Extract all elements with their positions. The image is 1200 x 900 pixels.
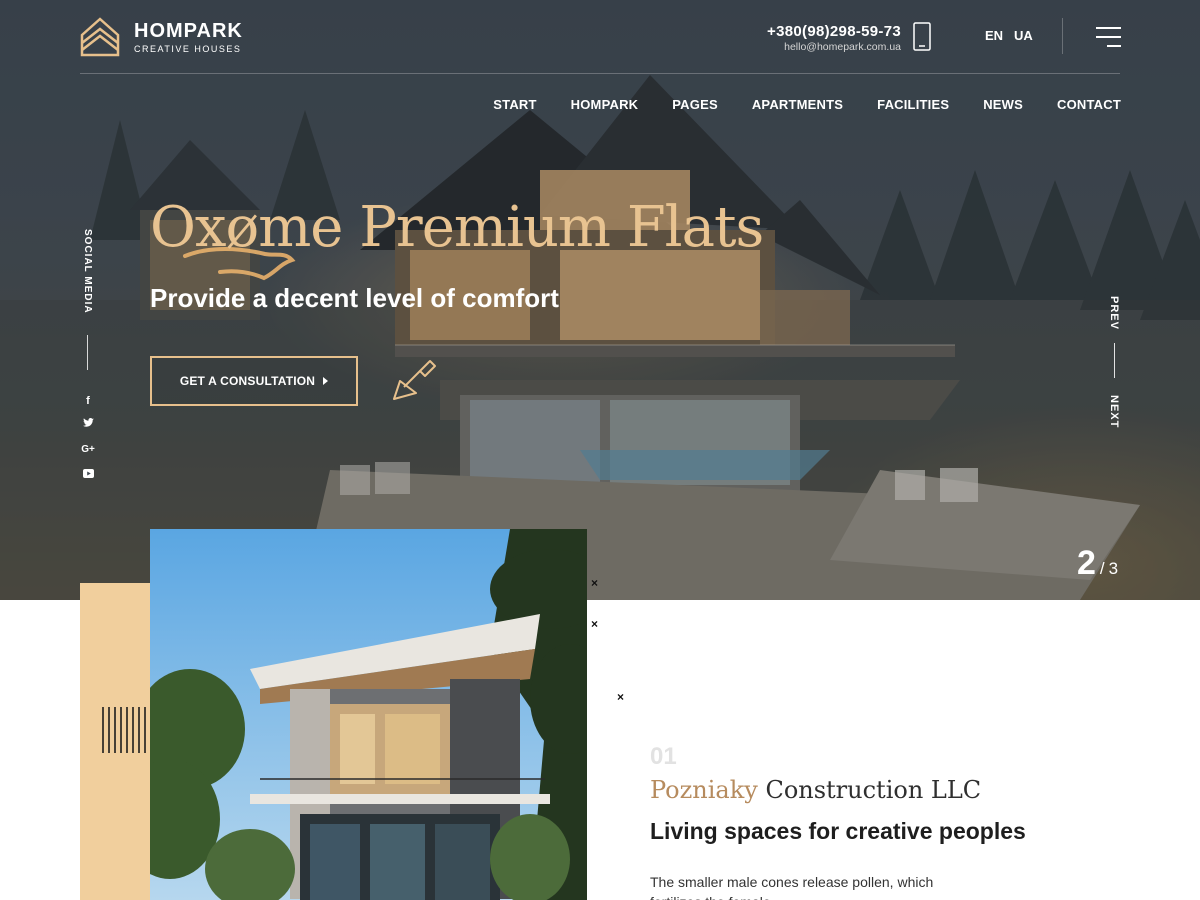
main-nav: START HOMPARK PAGES APARTMENTS FACILITIE… [493, 97, 1121, 112]
modern-house-photo [150, 529, 587, 900]
nav-start[interactable]: START [493, 97, 536, 112]
nav-hompark[interactable]: HOMPARK [571, 97, 639, 112]
prev-slide-button[interactable]: PREV [1106, 296, 1122, 330]
header-contact: +380(98)298-59-73 hello@homepark.com.ua [767, 23, 901, 53]
brand-name: HOMPARK [134, 19, 243, 42]
arrow-right-icon [323, 377, 329, 385]
slide-current: 2 [1077, 544, 1096, 582]
hero-title: Oxøme Premium Flats [150, 195, 764, 260]
section-body-text: The smaller male cones release pollen, w… [650, 874, 934, 900]
modern-house-photo-illustration [150, 529, 587, 900]
prev-slide-label: PREV [1108, 296, 1120, 330]
next-slide-button[interactable]: NEXT [1106, 395, 1122, 429]
nav-contact[interactable]: CONTACT [1057, 97, 1121, 112]
email-address[interactable]: hello@homepark.com.ua [767, 41, 901, 53]
company-name-rest: Construction LLC [765, 776, 982, 804]
company-name-accent: Pozniaky [650, 776, 758, 804]
nav-apartments[interactable]: APARTMENTS [752, 97, 843, 112]
google-plus-icon[interactable]: G+ [80, 443, 96, 457]
social-media-label-text: SOCIAL MEDIA [82, 229, 93, 314]
slider-nav-divider [1114, 343, 1115, 378]
trowel-icon [393, 360, 436, 400]
twitter-icon[interactable] [80, 418, 96, 432]
hero-subtitle: Provide a decent level of comfort [150, 283, 559, 313]
brand-tagline: CREATIVE HOUSES [134, 43, 242, 54]
facebook-icon[interactable]: f [80, 394, 96, 408]
social-media-label: SOCIAL MEDIA [79, 229, 95, 319]
slide-separator: / [1099, 559, 1105, 578]
section-number: 01 [650, 743, 677, 770]
nav-pages[interactable]: PAGES [672, 97, 718, 112]
hamburger-menu-icon[interactable] [1096, 27, 1121, 47]
phone-number[interactable]: +380(98)298-59-73 [767, 23, 901, 40]
logo[interactable]: HOMPARK CREATIVE HOUSES [80, 17, 243, 57]
get-consultation-label: GET A CONSULTATION [179, 374, 316, 388]
youtube-icon[interactable] [80, 468, 96, 482]
next-slide-label: NEXT [1108, 395, 1120, 429]
company-name: Pozniaky Construction LLC [650, 776, 981, 804]
header-divider [1062, 18, 1063, 54]
section-heading: Living spaces for creative peoples [650, 818, 1026, 844]
house-logo-icon [80, 17, 120, 57]
close-icon: × [591, 617, 599, 631]
close-icon: × [591, 576, 599, 590]
social-divider [87, 335, 88, 370]
language-ua[interactable]: UA [1014, 28, 1033, 43]
smartphone-icon [913, 22, 931, 51]
language-en[interactable]: EN [985, 28, 1003, 43]
nav-facilities[interactable]: FACILITIES [877, 97, 949, 112]
get-consultation-button[interactable]: GET A CONSULTATION [150, 356, 358, 406]
vertical-stripes-decoration [102, 707, 146, 753]
slide-total: 3 [1108, 559, 1119, 578]
slide-counter: 2/3 [1077, 544, 1118, 583]
header-separator [80, 73, 1120, 74]
close-icon: × [617, 690, 625, 704]
logo-text: HOMPARK CREATIVE HOUSES [134, 21, 243, 54]
nav-news[interactable]: NEWS [983, 97, 1023, 112]
hero-slider: HOMPARK CREATIVE HOUSES +380(98)298-59-7… [0, 0, 1200, 600]
